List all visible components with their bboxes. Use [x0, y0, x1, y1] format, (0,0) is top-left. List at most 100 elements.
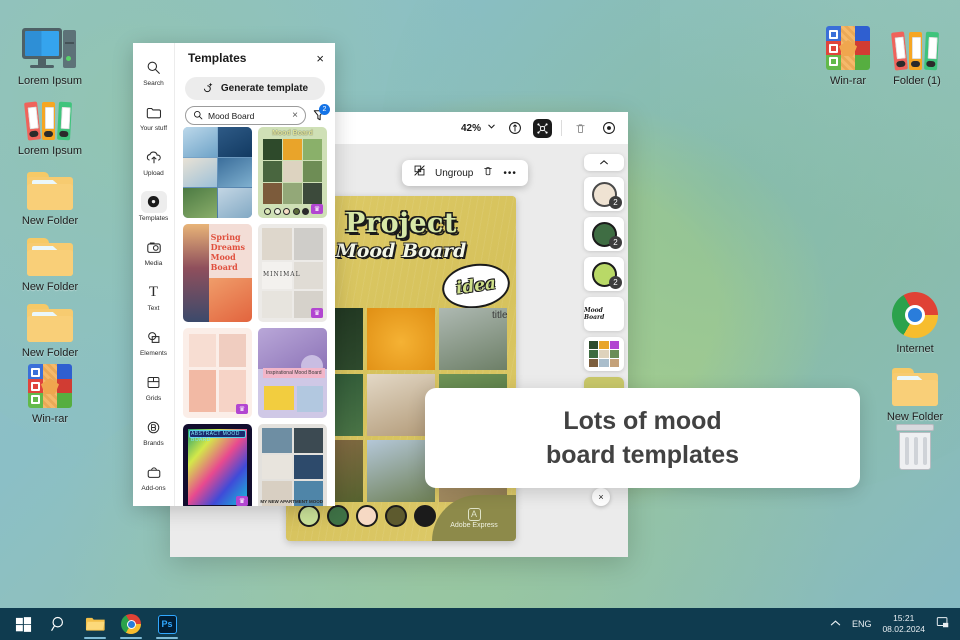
layer-thumbnail[interactable]: 2 — [584, 177, 624, 211]
more-options-icon[interactable]: ••• — [503, 168, 517, 179]
template-card[interactable]: Inspirational Mood Board — [258, 328, 327, 418]
sparkle-icon — [202, 81, 215, 97]
idea-badge-label: idea — [454, 273, 498, 299]
template-caption: MY NEW APARTMENT MOOD — [260, 499, 323, 504]
taskbar-apps: Ps — [0, 609, 182, 639]
template-card[interactable]: MY NEW APARTMENT MOOD — [258, 424, 327, 506]
desktop-icon-label: Lorem Ipsum — [17, 145, 83, 157]
close-icon[interactable]: × — [316, 51, 324, 66]
binders-icon — [871, 18, 960, 71]
sidebar-item-brands[interactable]: Brands — [134, 411, 174, 452]
sidebar-item-text[interactable]: T Text — [134, 276, 174, 317]
clock-date: 08.02.2024 — [882, 624, 925, 634]
collapse-layers-button[interactable] — [584, 154, 624, 171]
premium-crown-icon: ♛ — [311, 308, 323, 318]
layer-thumbnail[interactable]: 2 — [584, 257, 624, 291]
taskbar-photoshop[interactable]: Ps — [152, 609, 182, 639]
sidebar-item-grids[interactable]: Grids — [134, 366, 174, 407]
callout-line-1: Lots of mood — [563, 407, 722, 435]
callout-tooltip: Lots of mood board templates — [425, 388, 860, 488]
elements-icon — [141, 326, 167, 348]
desktop-icon-internet[interactable]: Internet — [869, 286, 960, 356]
swatch[interactable] — [356, 505, 378, 527]
undo-icon[interactable] — [505, 119, 524, 138]
desktop-icon-lorem-ipsum-binders[interactable]: Lorem Ipsum — [4, 88, 96, 158]
ungroup-label[interactable]: Ungroup — [435, 168, 473, 179]
template-card[interactable] — [183, 127, 252, 218]
brands-icon — [141, 416, 167, 438]
search-input[interactable]: Mood Board × — [185, 106, 306, 125]
sidebar-item-label: Text — [147, 305, 160, 312]
template-card[interactable]: Spring Dreams Mood Board — [183, 224, 252, 322]
sidebar-item-add-ons[interactable]: Add-ons — [134, 456, 174, 497]
taskbar-search-button[interactable] — [44, 609, 74, 639]
document-title-label: title — [492, 310, 508, 321]
taskbar-chrome[interactable] — [116, 609, 146, 639]
search-icon — [141, 56, 167, 78]
add-icon[interactable] — [599, 119, 618, 138]
layer-text-preview: Mood Board — [584, 307, 605, 321]
tools-rail: Search Your stuff Upload Templates Media — [133, 43, 175, 506]
layer-thumbnail-grid[interactable] — [584, 337, 624, 371]
trash-icon[interactable] — [571, 119, 590, 138]
template-card[interactable]: ABSTRACT MOOD BOARD ♛ — [183, 424, 252, 506]
layer-thumbnail-text[interactable]: Mood Board — [584, 297, 624, 331]
close-tip-button[interactable]: × — [592, 488, 610, 506]
layer-thumbnail[interactable]: 2 — [584, 217, 624, 251]
swatch[interactable] — [385, 505, 407, 527]
templates-grid[interactable]: Mood Board ♛ Spring Dreams Mood Board MI… — [175, 127, 335, 506]
desktop-icon-new-folder-3[interactable]: New Folder — [4, 290, 96, 360]
language-indicator[interactable]: ENG — [852, 619, 872, 629]
chevron-down-icon[interactable] — [487, 122, 496, 134]
photo-cell[interactable] — [367, 308, 435, 370]
system-tray: ENG 15:21 08.02.2024 — [830, 613, 960, 635]
taskbar-file-explorer[interactable] — [80, 609, 110, 639]
search-row: Mood Board × 2 — [175, 100, 335, 130]
template-card[interactable]: Mood Board ♛ — [258, 127, 327, 218]
sidebar-item-your-stuff[interactable]: Your stuff — [134, 96, 174, 137]
desktop-icon-new-folder-right[interactable]: New Folder — [869, 354, 960, 424]
sidebar-item-media[interactable]: Media — [134, 231, 174, 272]
clock[interactable]: 15:21 08.02.2024 — [882, 613, 925, 635]
desktop-icon-recycle-bin[interactable] — [869, 420, 960, 475]
sidebar-item-label: Brands — [143, 440, 164, 447]
sidebar-item-upload[interactable]: Upload — [134, 141, 174, 182]
zoom-level[interactable]: 42% — [461, 123, 481, 134]
layer-count-badge: 2 — [609, 196, 622, 209]
templates-icon — [140, 191, 167, 213]
sidebar-item-elements[interactable]: Elements — [134, 321, 174, 362]
sidebar-item-label: Search — [143, 80, 164, 87]
layers-panel: 2 2 2 Mood Board Project — [582, 154, 626, 411]
template-caption: Mood Board — [272, 130, 313, 137]
filter-button[interactable]: 2 — [311, 104, 330, 124]
search-value: Mood Board — [208, 110, 255, 121]
template-card[interactable]: MINIMAL ♛ — [258, 224, 327, 322]
generate-template-button[interactable]: Generate template — [185, 77, 325, 100]
select-object-icon[interactable] — [533, 118, 552, 138]
premium-crown-icon: ♛ — [236, 404, 248, 414]
desktop-icon-new-folder-2[interactable]: New Folder — [4, 224, 96, 294]
sidebar-item-search[interactable]: Search — [134, 51, 174, 92]
callout-line-2: board templates — [545, 441, 740, 469]
tray-chevron-icon[interactable] — [830, 619, 841, 630]
desktop-icon-folder-1[interactable]: Folder (1) — [871, 18, 960, 88]
sidebar-item-templates[interactable]: Templates — [134, 186, 174, 227]
toolbar-divider — [561, 120, 562, 136]
swatch[interactable] — [298, 505, 320, 527]
desktop-icon-winrar-left[interactable]: Win-rar — [4, 356, 96, 426]
ungroup-icon[interactable] — [413, 164, 426, 182]
idea-badge[interactable]: idea — [439, 259, 513, 313]
grids-icon — [141, 371, 167, 393]
delete-icon[interactable] — [482, 164, 494, 182]
ps-icon: Ps — [157, 614, 177, 634]
template-caption: MINIMAL — [263, 271, 301, 279]
folder-icon — [4, 224, 96, 276]
swatch[interactable] — [414, 505, 436, 527]
desktop-icon-lorem-ipsum-computer[interactable]: Lorem Ipsum — [4, 18, 96, 88]
clear-search-icon[interactable]: × — [292, 110, 298, 121]
swatch[interactable] — [327, 505, 349, 527]
notification-icon[interactable] — [936, 615, 950, 634]
desktop-icon-new-folder-1[interactable]: New Folder — [4, 158, 96, 228]
template-card[interactable]: ♛ — [183, 328, 252, 418]
start-button[interactable] — [8, 609, 38, 639]
